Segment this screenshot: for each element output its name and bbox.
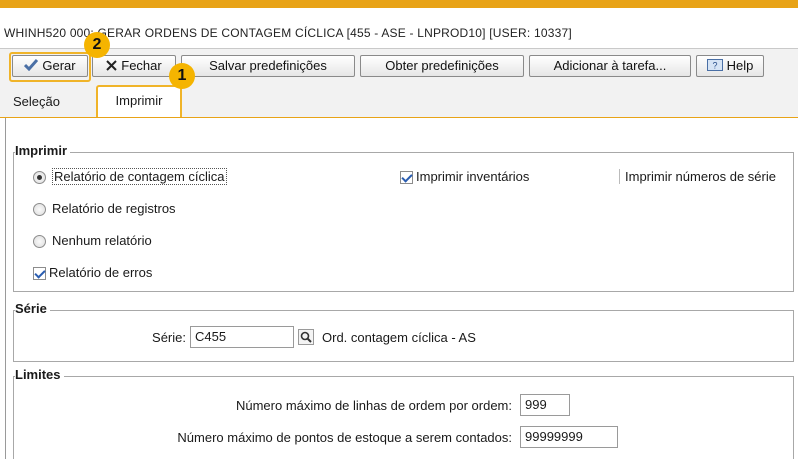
- checkbox-label-numeros-serie: Imprimir números de série: [625, 169, 776, 184]
- radio-selected-indicator: [33, 171, 46, 185]
- checkbox-imprimir-numeros-serie[interactable]: Imprimir números de série: [619, 169, 776, 184]
- radio-nenhum-relatorio[interactable]: Nenhum relatório: [33, 233, 152, 249]
- radio-relatorio-contagem[interactable]: Relatório de contagem cíclica: [33, 168, 227, 185]
- checkbox-checked-indicator: [400, 171, 413, 185]
- max-pontos-label: Número máximo de pontos de estoque a ser…: [177, 430, 512, 445]
- annotation-badge-1: 1: [169, 63, 195, 89]
- radio-label-nenhum: Nenhum relatório: [52, 233, 152, 248]
- annotation-badge-2: 2: [84, 32, 110, 58]
- serie-legend: Série: [15, 301, 50, 316]
- obter-label: Obter predefinições: [385, 58, 499, 73]
- checkbox-label-inventarios: Imprimir inventários: [416, 169, 530, 184]
- limites-group: [13, 376, 794, 459]
- max-linhas-input[interactable]: 999: [520, 394, 570, 416]
- fechar-label: Fechar: [121, 58, 162, 73]
- max-linhas-label: Número máximo de linhas de ordem por ord…: [235, 398, 512, 413]
- toolbar: Gerar Fechar Salvar predefinições Obter …: [0, 49, 798, 83]
- svg-text:?: ?: [712, 60, 717, 70]
- help-button[interactable]: ? Help: [696, 55, 764, 77]
- adicionar-label: Adicionar à tarefa...: [553, 58, 667, 73]
- checkbox-imprimir-inventarios[interactable]: Imprimir inventários: [400, 169, 530, 185]
- limites-legend: Limites: [15, 367, 64, 382]
- salvar-label: Salvar predefinições: [209, 58, 327, 73]
- radio-relatorio-registros[interactable]: Relatório de registros: [33, 201, 176, 217]
- tab-imprimir[interactable]: Imprimir: [96, 85, 182, 117]
- checkbox-label-erros: Relatório de erros: [49, 265, 153, 280]
- max-pontos-input[interactable]: 99999999: [520, 426, 618, 448]
- obter-predefinicoes-button[interactable]: Obter predefinições: [360, 55, 524, 77]
- content-left-border: [5, 118, 6, 459]
- top-accent-bar: [0, 0, 798, 8]
- close-x-icon: [106, 57, 117, 77]
- imprimir-legend: Imprimir: [15, 143, 71, 158]
- fechar-button[interactable]: Fechar: [92, 55, 176, 77]
- salvar-predefinicoes-button[interactable]: Salvar predefinições: [181, 55, 355, 77]
- search-icon[interactable]: [298, 329, 314, 345]
- serie-input[interactable]: C455: [190, 326, 294, 348]
- radio-indicator: [33, 235, 46, 249]
- radio-indicator: [33, 203, 46, 217]
- checkbox-checked-indicator: [33, 267, 46, 281]
- adicionar-a-tarefa-button[interactable]: Adicionar à tarefa...: [529, 55, 691, 77]
- radio-label-registros: Relatório de registros: [52, 201, 176, 216]
- checkbox-relatorio-erros[interactable]: Relatório de erros: [33, 265, 153, 281]
- title-bar: WHINH520 000: GERAR ORDENS DE CONTAGEM C…: [0, 8, 798, 49]
- gerar-highlight: [9, 52, 91, 82]
- radio-label-contagem: Relatório de contagem cíclica: [52, 168, 227, 185]
- help-icon: ?: [706, 57, 723, 77]
- serie-label: Série:: [152, 330, 186, 345]
- help-label: Help: [726, 58, 754, 73]
- tab-selecao[interactable]: Seleção: [13, 94, 60, 109]
- serie-description: Ord. contagem cíclica - AS: [322, 330, 476, 345]
